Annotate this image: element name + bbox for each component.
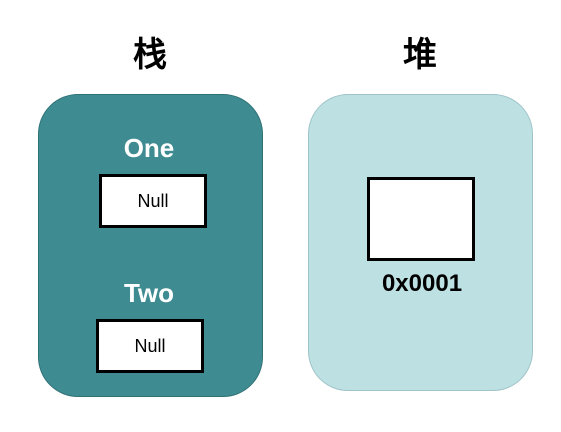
stack-heading: 栈: [133, 35, 167, 75]
stack-variable-two-value: Null: [134, 335, 166, 356]
stack-variable-two-value-box: Null: [96, 319, 204, 373]
stack-variable-one-label: One: [123, 133, 175, 163]
stack-variable-two-label: Two: [123, 278, 175, 308]
heap-object-address: 0x0001: [381, 270, 463, 297]
heap-heading: 堆: [403, 35, 437, 75]
heap-object-box: [367, 177, 475, 261]
stack-variable-one-value-box: Null: [99, 174, 207, 228]
stack-variable-one-value: Null: [137, 190, 169, 211]
